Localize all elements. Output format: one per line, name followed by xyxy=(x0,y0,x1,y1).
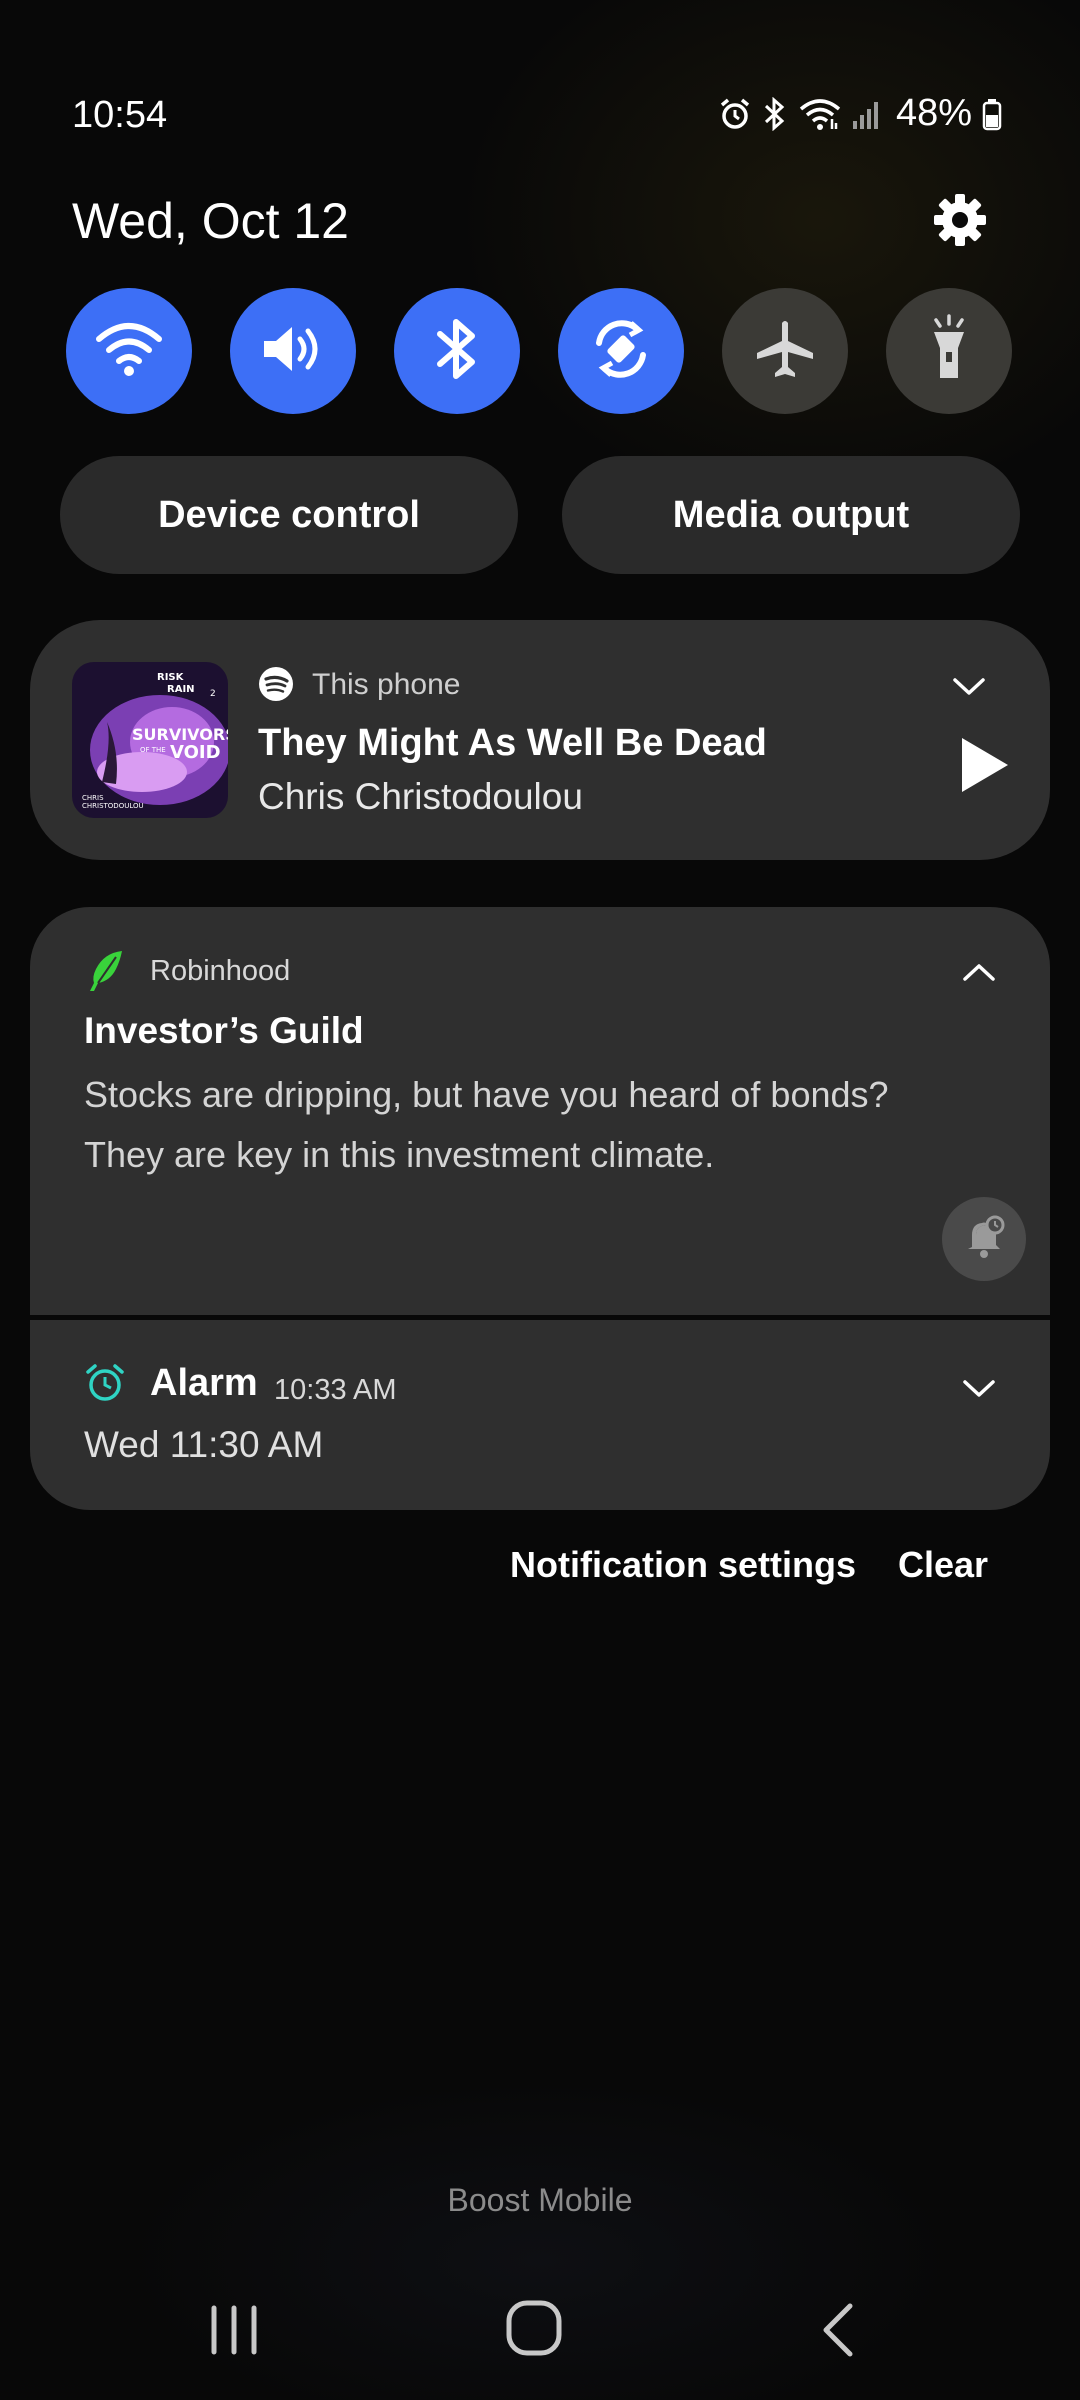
sound-toggle[interactable] xyxy=(230,288,356,414)
notification-body: Wed 11:30 AM xyxy=(84,1424,324,1465)
media-artist: Chris Christodoulou xyxy=(258,776,583,817)
auto-rotate-toggle[interactable] xyxy=(558,288,684,414)
back-arrow-icon xyxy=(818,2303,858,2364)
wifi-toggle[interactable] xyxy=(66,288,192,414)
date-text: Wed, Oct 12 xyxy=(72,193,349,249)
bluetooth-icon xyxy=(432,314,482,389)
spotify-icon xyxy=(258,666,294,702)
chevron-up-icon[interactable] xyxy=(962,961,996,988)
bell-snooze-icon xyxy=(960,1213,1008,1266)
bluetooth-icon xyxy=(762,96,788,131)
album-text-number: 2 xyxy=(210,689,216,699)
alarm-icon xyxy=(718,97,752,131)
media-player-card[interactable]: RISK RAIN 2 SURVIVORS OF THE VOID CHRIS … xyxy=(30,620,1050,860)
album-art: RISK RAIN 2 SURVIVORS OF THE VOID CHRIS … xyxy=(72,662,228,818)
chevron-down-icon[interactable] xyxy=(952,676,986,703)
home-icon xyxy=(504,2300,564,2362)
media-source: This phone xyxy=(312,668,461,701)
status-icons: 48% xyxy=(718,92,1002,135)
notification-title: Investor’s Guild xyxy=(84,1010,364,1051)
notification-body-line: Stocks are dripping, but have you heard … xyxy=(84,1074,889,1115)
album-text-of-the: OF THE xyxy=(140,746,166,754)
recents-button[interactable] xyxy=(206,2302,262,2363)
album-text-credit2: CHRISTODOULOU xyxy=(82,802,144,810)
airplane-icon xyxy=(753,317,817,386)
chevron-down-icon[interactable] xyxy=(962,1378,996,1405)
bluetooth-toggle[interactable] xyxy=(394,288,520,414)
carrier-label: Boost Mobile xyxy=(447,2182,633,2218)
notification-settings-button[interactable]: Notification settings xyxy=(510,1544,856,1586)
wifi-icon xyxy=(94,319,164,384)
gear-icon[interactable] xyxy=(930,190,990,250)
robinhood-notification[interactable]: Robinhood Investor’s Guild Stocks are dr… xyxy=(30,907,1050,1315)
album-text-void: VOID xyxy=(170,742,221,763)
notification-body-line: They are key in this investment climate. xyxy=(84,1134,715,1175)
flashlight-icon xyxy=(924,313,974,389)
notification-app-name: Alarm xyxy=(150,1362,258,1404)
battery-icon xyxy=(982,97,1002,131)
airplane-toggle[interactable] xyxy=(722,288,848,414)
notification-app-name: Robinhood xyxy=(150,955,291,987)
media-output-button[interactable]: Media output xyxy=(562,456,1020,574)
home-button[interactable] xyxy=(504,2298,564,2363)
robinhood-feather-icon xyxy=(86,949,126,993)
flashlight-toggle[interactable] xyxy=(886,288,1012,414)
recents-icon xyxy=(206,2305,262,2362)
device-control-button[interactable]: Device control xyxy=(60,456,518,574)
clear-button[interactable]: Clear xyxy=(898,1544,988,1586)
battery-percent: 48% xyxy=(895,92,972,134)
album-text-credit1: CHRIS xyxy=(82,794,104,802)
rotate-icon xyxy=(585,313,657,390)
alarm-clock-icon xyxy=(84,1362,126,1404)
status-time: 10:54 xyxy=(72,94,168,136)
back-button[interactable] xyxy=(818,2300,858,2365)
snooze-button[interactable] xyxy=(942,1197,1026,1281)
signal-icon xyxy=(852,97,882,131)
speaker-icon xyxy=(258,319,328,384)
notification-body: Stocks are dripping, but have you heard … xyxy=(84,1065,984,1185)
wifi-icon xyxy=(798,97,842,131)
play-button[interactable] xyxy=(946,730,1016,800)
album-text-rain: RAIN xyxy=(167,684,195,695)
notification-time: 10:33 AM xyxy=(274,1374,397,1406)
album-text-risk: RISK xyxy=(157,672,185,683)
media-title: They Might As Well Be Dead xyxy=(258,722,767,764)
alarm-notification[interactable]: Alarm 10:33 AM Wed 11:30 AM xyxy=(30,1320,1050,1510)
